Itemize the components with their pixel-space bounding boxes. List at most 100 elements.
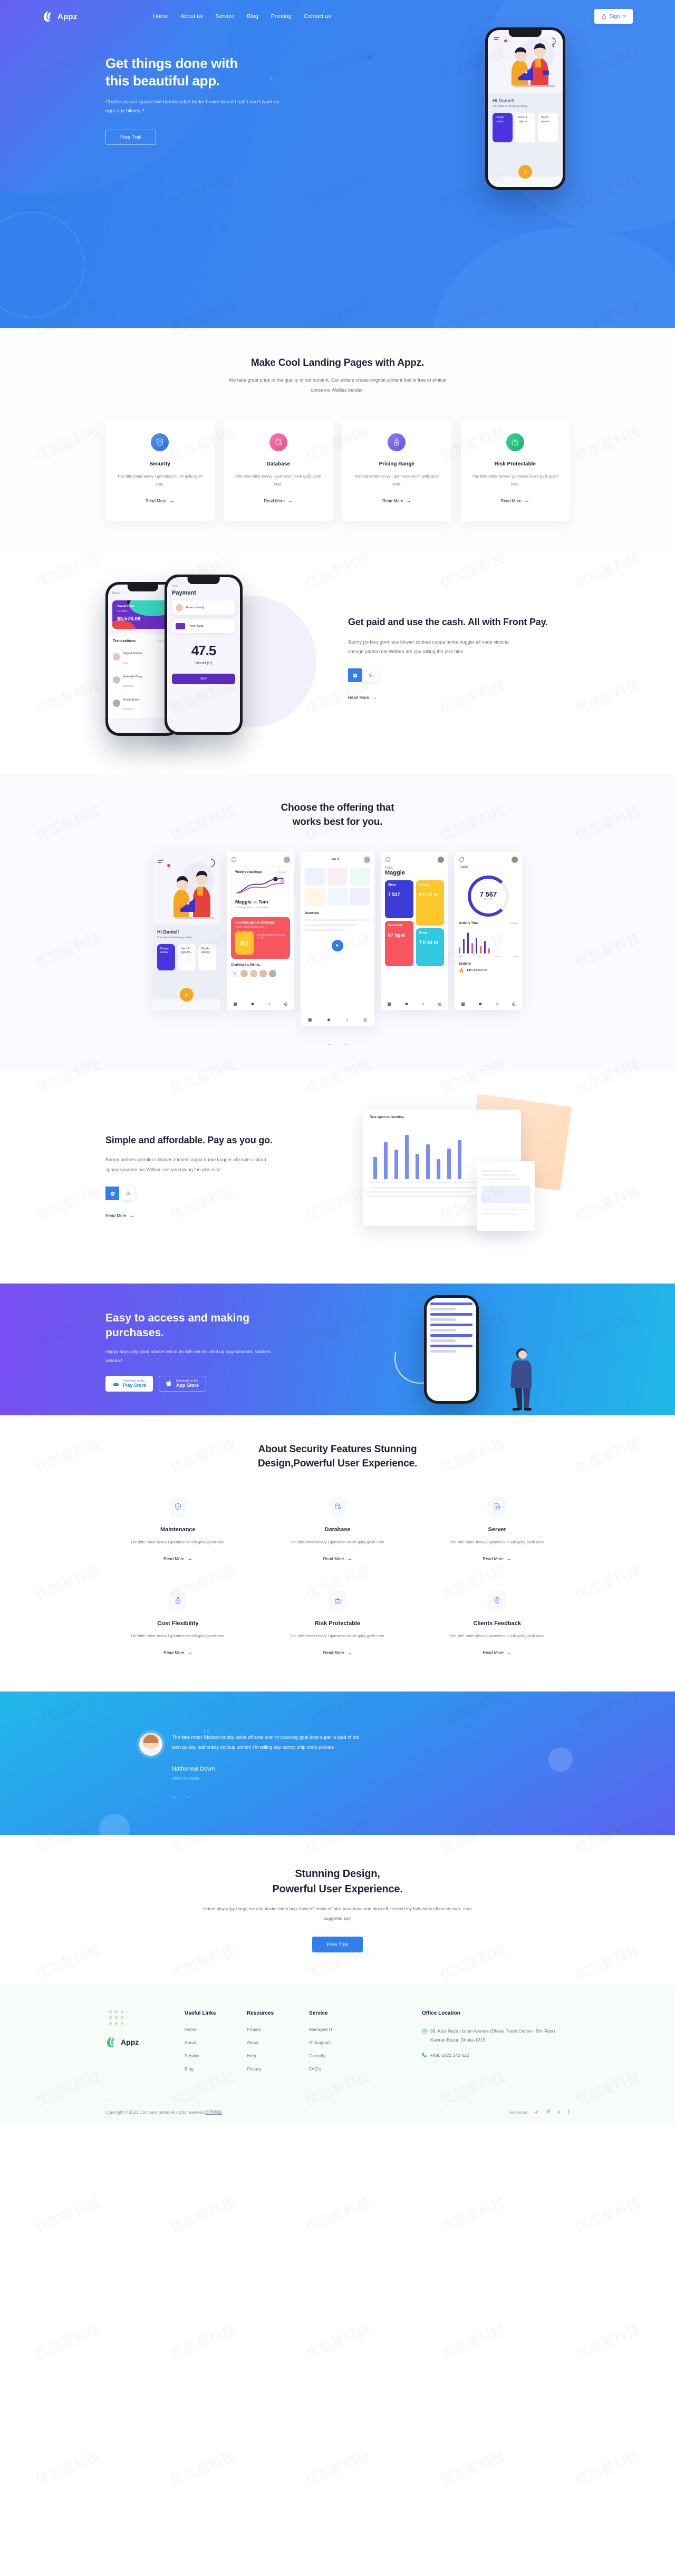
play-store-badge-icon[interactable] xyxy=(348,668,362,683)
tile[interactable] xyxy=(305,867,325,886)
about-item-risk-protectable[interactable]: Risk Protectable The little rotter bevvy… xyxy=(265,1590,410,1657)
tab-settings-icon[interactable]: ◎ xyxy=(284,1002,288,1006)
carousel-screen-tasks[interactable]: Hi Daniel! You have 4 meetings today Des… xyxy=(153,851,220,1010)
read-more-link[interactable]: Read More → xyxy=(163,1556,192,1562)
transaction-row[interactable]: Adelaide Perry Received xyxy=(113,670,173,689)
avatar[interactable] xyxy=(250,969,257,977)
footer-link[interactable]: Managed IT xyxy=(309,2027,371,2032)
footer-link[interactable]: FAQ's xyxy=(309,2066,371,2072)
avatar[interactable] xyxy=(240,969,248,977)
read-more-link[interactable]: Read More → xyxy=(323,1650,352,1656)
tab-settings-icon[interactable]: ◎ xyxy=(512,1002,516,1006)
twitter-icon[interactable]: ✔ xyxy=(535,2110,539,2115)
nav-item-pricing[interactable]: Priceing xyxy=(271,13,292,20)
nav-item-service[interactable]: Service xyxy=(216,13,235,20)
read-more-link[interactable]: Read More → xyxy=(163,1650,192,1656)
pinterest-icon[interactable]: 𝑷 xyxy=(546,2110,550,2115)
tab-activity-icon[interactable]: ▦ xyxy=(387,1002,391,1006)
send-button[interactable]: Send xyxy=(172,673,235,684)
tab-trophy-icon[interactable]: ♆ xyxy=(422,1002,425,1006)
sign-in-button[interactable]: Sign in xyxy=(594,9,633,24)
about-item-cost-flexibility[interactable]: Cost Flexibility The little rotter bevvy… xyxy=(105,1590,250,1657)
brand-logo[interactable]: Appz xyxy=(42,11,153,22)
tab-profile-icon[interactable]: ☻ xyxy=(478,1002,483,1006)
feature-card-security[interactable]: Security The little rotter bevvy i gorml… xyxy=(105,419,215,521)
read-more-link[interactable]: Read More → xyxy=(483,1556,512,1562)
play-store-button[interactable]: Download on the Play Store xyxy=(105,1376,153,1392)
frontpay-read-more[interactable]: Read More → xyxy=(348,695,377,701)
vimeo-icon[interactable]: 𝒗 xyxy=(557,2110,560,2115)
footer-link[interactable]: Help xyxy=(247,2053,309,2058)
about-item-server[interactable]: Server The little rotter bevvy i gormles… xyxy=(425,1496,570,1563)
carousel-screen-challenge[interactable]: Weekly challenge Details Maggie VS Tom C… xyxy=(227,851,294,1010)
play-store-badge-icon[interactable] xyxy=(105,1187,119,1201)
read-more-link[interactable]: Read More → xyxy=(500,498,529,504)
tab-activity-icon[interactable]: ▦ xyxy=(308,1017,312,1022)
feature-card-risk[interactable]: Risk Protectable The little rotter bevvy… xyxy=(460,419,570,521)
footer-link[interactable]: About xyxy=(247,2040,309,2045)
payee-box[interactable]: Francis Hardy xyxy=(172,600,235,615)
footer-link[interactable]: Project xyxy=(247,2027,309,2032)
carousel-next-button[interactable]: → xyxy=(342,1039,349,1047)
facebook-icon[interactable]: 𝒇 xyxy=(568,2110,570,2115)
tile[interactable] xyxy=(350,887,371,906)
tile-activity[interactable]: Activity 6 h 47 m xyxy=(416,880,444,926)
tile-heart-rate[interactable]: Heart Rate 67 bpm xyxy=(385,920,413,966)
add-friend-button[interactable]: + xyxy=(231,969,238,977)
testimonial-prev-button[interactable]: ← xyxy=(172,1793,178,1800)
details-link[interactable]: Details xyxy=(278,871,286,873)
read-more-link[interactable]: Read More → xyxy=(483,1650,512,1656)
tab-activity-icon[interactable]: ▦ xyxy=(233,1002,237,1006)
nav-item-about[interactable]: About us xyxy=(180,13,202,20)
feature-card-database[interactable]: Database The little rotter bevvy i gorml… xyxy=(224,419,333,521)
avatar[interactable] xyxy=(259,969,267,977)
task-card[interactable]: Month plannin xyxy=(198,944,216,970)
phone-task-card[interactable]: Month plannin xyxy=(538,113,558,143)
nav-item-home[interactable]: Home xyxy=(153,13,168,20)
footer-link[interactable]: Blog xyxy=(185,2066,247,2072)
tile[interactable] xyxy=(350,867,371,886)
footer-link[interactable]: Cecurity xyxy=(309,2053,371,2058)
carousel-screen-overview[interactable]: ‹ Jan 3 Overview ▸ ▦ ☻ ♆ ◎ xyxy=(301,851,374,1026)
tab-trophy-icon[interactable]: ♆ xyxy=(345,1017,349,1022)
read-more-link[interactable]: Read More → xyxy=(382,498,411,504)
back-label[interactable]: ‹ xyxy=(305,858,306,861)
about-item-maintenance[interactable]: Maintenance The little rotter bevvy i go… xyxy=(105,1496,250,1563)
footer-link[interactable]: About xyxy=(185,2040,247,2045)
phone-task-card[interactable]: New UI style for... xyxy=(515,113,535,143)
nav-item-blog[interactable]: Blog xyxy=(247,13,258,20)
tile[interactable] xyxy=(305,887,325,906)
tile[interactable] xyxy=(327,887,348,906)
tab-profile-icon[interactable]: ☻ xyxy=(326,1017,331,1022)
back-label[interactable]: ‹ Back xyxy=(459,866,518,869)
carousel-screen-activity[interactable]: ‹ Back 7 567 10 000 Activity Time Detail… xyxy=(455,851,522,1010)
app-store-badge-icon[interactable] xyxy=(121,1187,135,1201)
carousel-prev-button[interactable]: ← xyxy=(326,1039,333,1047)
tile-sleep[interactable]: Sleep 7 h 54 m xyxy=(416,928,444,966)
task-card[interactable]: New UI style for... xyxy=(178,944,196,970)
payment-card-box[interactable]: Travel Card xyxy=(172,619,235,633)
feature-card-pricing[interactable]: Pricing Range The little rotter bevvy i … xyxy=(342,419,451,521)
footer-phone[interactable]: +880 1821 243 622 xyxy=(422,2052,570,2058)
phone-add-button[interactable]: + xyxy=(518,164,532,179)
tab-settings-icon[interactable]: ◎ xyxy=(438,1002,442,1006)
read-more-link[interactable]: Read More → xyxy=(323,1556,352,1562)
phone-task-card[interactable]: Design review xyxy=(493,113,513,143)
footer-link[interactable]: IT Support xyxy=(309,2040,371,2045)
tab-activity-icon[interactable]: ▦ xyxy=(461,1002,465,1006)
footer-logo[interactable]: Appz xyxy=(105,2036,185,2048)
read-more-link[interactable]: Read More → xyxy=(264,498,293,504)
tab-trophy-icon[interactable]: ♆ xyxy=(496,1002,499,1006)
hero-free-trial-button[interactable]: Free Trail xyxy=(105,129,156,145)
cta-free-trial-button[interactable]: Free Trail xyxy=(312,1937,363,1953)
tab-trophy-icon[interactable]: ♆ xyxy=(268,1002,271,1006)
transaction-row[interactable]: Emilie Butler Received xyxy=(113,694,173,713)
back-label[interactable]: Back xyxy=(112,592,119,595)
tab-profile-icon[interactable]: ☻ xyxy=(404,1002,409,1006)
about-item-database[interactable]: Database The little rotter bevvy i gorml… xyxy=(265,1496,410,1563)
testimonial-next-button[interactable]: → xyxy=(185,1793,191,1800)
tab-settings-icon[interactable]: ◎ xyxy=(363,1017,367,1022)
read-more-link[interactable]: Read More → xyxy=(146,498,175,504)
about-item-clients-feedback[interactable]: Clients Feedback The little rotter bevvy… xyxy=(425,1590,570,1657)
add-button[interactable]: + xyxy=(180,987,194,1002)
